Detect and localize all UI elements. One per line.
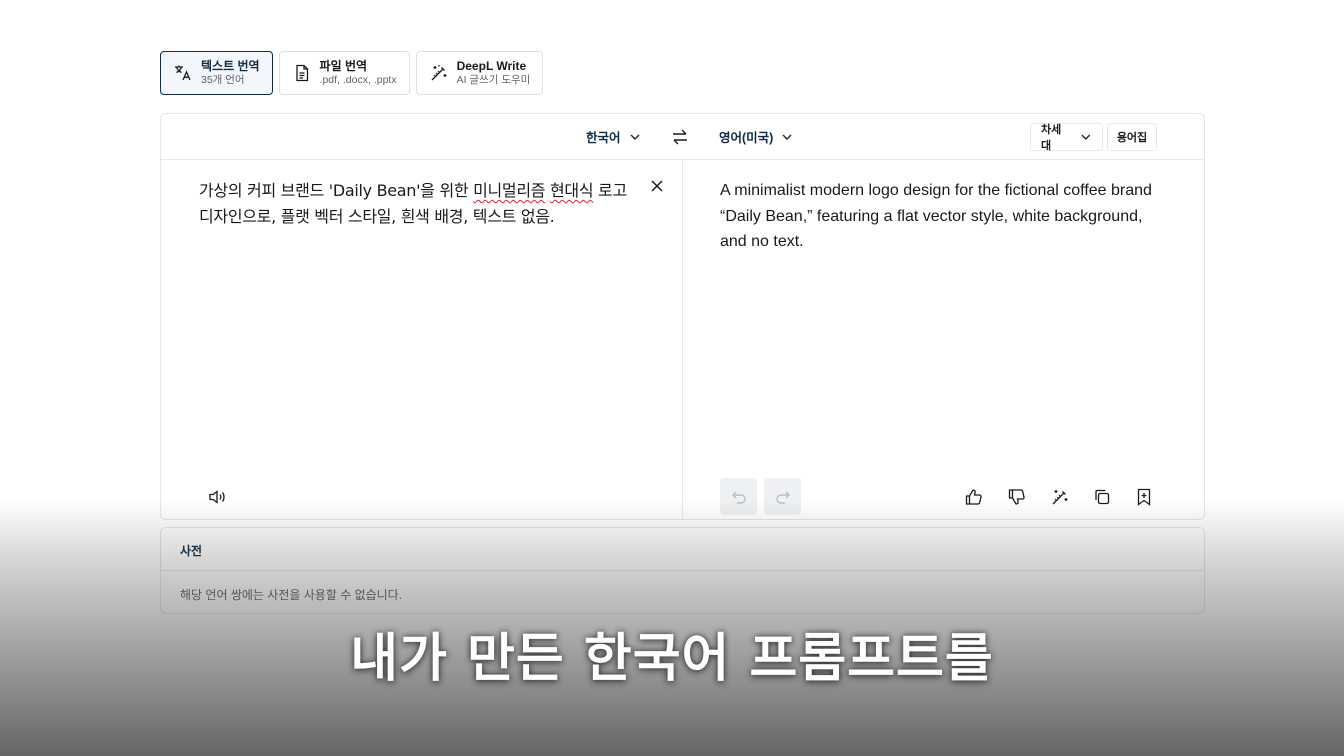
tab-title: DeepL Write <box>456 58 527 73</box>
source-text-segment: 가상의 커피 브랜드 'Daily Bean'을 위한 <box>199 181 474 200</box>
magic-wand-icon[interactable] <box>1050 487 1070 507</box>
model-select-label: 차세대 <box>1041 124 1062 152</box>
chevron-down-icon <box>782 134 792 140</box>
panel-divider <box>682 160 683 520</box>
tab-subtitle: AI 글쓰기 도우미 <box>456 74 531 87</box>
speaker-icon[interactable] <box>208 488 226 506</box>
undo-button[interactable] <box>720 478 757 515</box>
dictionary-message: 해당 언어 쌍에는 사전을 사용할 수 없습니다. <box>180 588 403 602</box>
copy-icon[interactable] <box>1092 487 1112 507</box>
dictionary-title: 사전 <box>180 544 203 558</box>
tab-file-translation[interactable]: 파일 번역 .pdf, .docx, .pptx <box>278 51 410 95</box>
document-icon <box>292 63 312 83</box>
glossary-button[interactable]: 용어집 <box>1107 123 1157 151</box>
thumbs-up-icon[interactable] <box>964 487 984 507</box>
tab-text-translation[interactable]: 텍스트 번역 35개 언어 <box>160 51 273 95</box>
redo-icon <box>775 491 790 504</box>
tab-deepl-write[interactable]: DeepL Write AI 글쓰기 도우미 <box>415 51 544 95</box>
source-language-label: 한국어 <box>586 131 621 145</box>
redo-button[interactable] <box>764 478 801 515</box>
target-language-label: 영어(미국) <box>719 131 774 145</box>
bookmark-add-icon[interactable] <box>1134 487 1154 507</box>
source-language-select[interactable]: 한국어 <box>586 127 641 146</box>
chevron-down-icon <box>630 134 640 140</box>
video-subtitle: 내가 만든 한국어 프롬프트를 <box>350 629 994 689</box>
spellcheck-word: 현대식 <box>550 181 594 200</box>
chevron-down-icon <box>1081 134 1091 140</box>
model-select[interactable]: 차세대 <box>1030 123 1103 152</box>
source-textarea[interactable]: 가상의 커피 브랜드 'Daily Bean'을 위한 미니멀리즘 현대식 로고… <box>199 178 629 229</box>
target-textarea[interactable]: A minimalist modern logo design for the … <box>720 178 1160 255</box>
spellcheck-word: 미니멀리즘 <box>473 181 546 200</box>
glossary-button-label: 용어집 <box>1116 132 1148 144</box>
tab-subtitle: 35개 언어 <box>201 74 245 87</box>
target-language-select[interactable]: 영어(미국) <box>719 127 793 146</box>
tab-title: 텍스트 번역 <box>201 58 260 73</box>
tab-subtitle: .pdf, .docx, .pptx <box>319 74 397 87</box>
translator-panel: 한국어 영어(미국) 차세대 용어집 가상의 커피 브랜드 'Daily Bea… <box>160 113 1205 520</box>
dictionary-panel: 사전 해당 언어 쌍에는 사전을 사용할 수 없습니다. <box>160 527 1205 614</box>
undo-icon <box>731 491 746 504</box>
close-icon[interactable] <box>650 179 664 193</box>
mode-tabs: 텍스트 번역 35개 언어 파일 번역 .pdf, .docx, .pptx D… <box>160 51 544 95</box>
language-bar: 한국어 영어(미국) 차세대 용어집 <box>161 114 1204 160</box>
thumbs-down-icon[interactable] <box>1007 487 1027 507</box>
swap-languages-icon[interactable] <box>670 127 690 147</box>
dictionary-divider <box>161 570 1204 571</box>
tab-title: 파일 번역 <box>319 58 368 73</box>
magic-wand-icon <box>429 63 449 83</box>
translate-icon <box>173 63 193 83</box>
